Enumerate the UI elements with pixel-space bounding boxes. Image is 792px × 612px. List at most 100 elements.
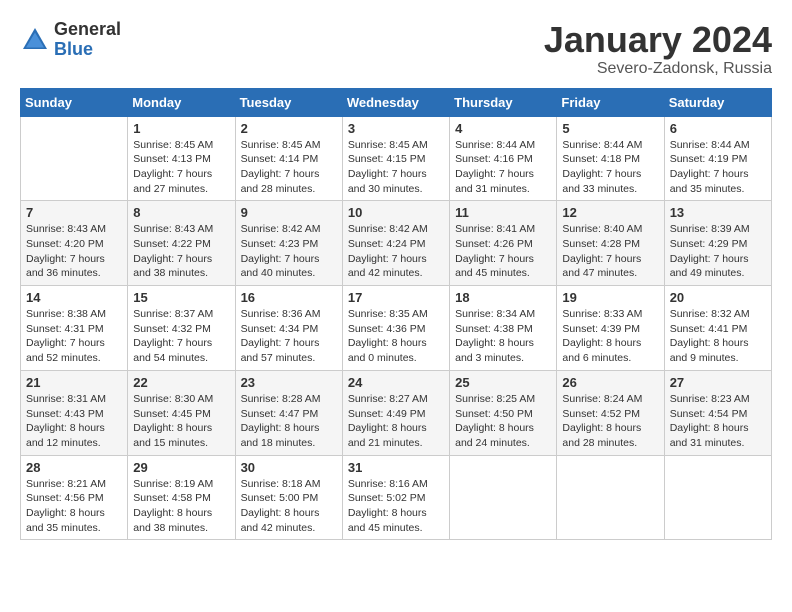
calendar-week-row: 7 Sunrise: 8:43 AMSunset: 4:20 PMDaylight…	[21, 201, 772, 286]
day-info: Sunrise: 8:45 AMSunset: 4:14 PMDaylight:…	[241, 138, 337, 197]
day-number: 29	[133, 460, 229, 475]
day-info: Sunrise: 8:37 AMSunset: 4:32 PMDaylight:…	[133, 307, 229, 366]
day-info: Sunrise: 8:44 AMSunset: 4:19 PMDaylight:…	[670, 138, 766, 197]
logo-text: General Blue	[54, 20, 121, 60]
logo: General Blue	[20, 20, 121, 60]
day-info: Sunrise: 8:23 AMSunset: 4:54 PMDaylight:…	[670, 392, 766, 451]
calendar-cell	[450, 455, 557, 540]
day-info: Sunrise: 8:43 AMSunset: 4:20 PMDaylight:…	[26, 222, 122, 281]
day-info: Sunrise: 8:35 AMSunset: 4:36 PMDaylight:…	[348, 307, 444, 366]
day-info: Sunrise: 8:36 AMSunset: 4:34 PMDaylight:…	[241, 307, 337, 366]
day-number: 10	[348, 205, 444, 220]
calendar-week-row: 28 Sunrise: 8:21 AMSunset: 4:56 PMDayligh…	[21, 455, 772, 540]
day-number: 8	[133, 205, 229, 220]
day-number: 5	[562, 121, 658, 136]
day-info: Sunrise: 8:38 AMSunset: 4:31 PMDaylight:…	[26, 307, 122, 366]
calendar-cell: 24 Sunrise: 8:27 AMSunset: 4:49 PMDayligh…	[342, 370, 449, 455]
calendar-cell: 27 Sunrise: 8:23 AMSunset: 4:54 PMDayligh…	[664, 370, 771, 455]
day-info: Sunrise: 8:33 AMSunset: 4:39 PMDaylight:…	[562, 307, 658, 366]
calendar-cell: 15Sunrise: 8:37 AMSunset: 4:32 PMDayligh…	[128, 286, 235, 371]
weekday-header: Sunday	[21, 88, 128, 116]
day-info: Sunrise: 8:31 AMSunset: 4:43 PMDaylight:…	[26, 392, 122, 451]
day-info: Sunrise: 8:39 AMSunset: 4:29 PMDaylight:…	[670, 222, 766, 281]
calendar-cell: 18 Sunrise: 8:34 AMSunset: 4:38 PMDayligh…	[450, 286, 557, 371]
calendar-cell: 9Sunrise: 8:42 AMSunset: 4:23 PMDaylight…	[235, 201, 342, 286]
calendar-week-row: 21 Sunrise: 8:31 AMSunset: 4:43 PMDayligh…	[21, 370, 772, 455]
calendar-cell: 7 Sunrise: 8:43 AMSunset: 4:20 PMDaylight…	[21, 201, 128, 286]
calendar-cell: 26 Sunrise: 8:24 AMSunset: 4:52 PMDayligh…	[557, 370, 664, 455]
calendar-cell: 14 Sunrise: 8:38 AMSunset: 4:31 PMDayligh…	[21, 286, 128, 371]
calendar-header-row: SundayMondayTuesdayWednesdayThursdayFrid…	[21, 88, 772, 116]
day-number: 28	[26, 460, 122, 475]
calendar-cell	[21, 116, 128, 201]
day-number: 22	[133, 375, 229, 390]
day-info: Sunrise: 8:24 AMSunset: 4:52 PMDaylight:…	[562, 392, 658, 451]
calendar-cell: 22Sunrise: 8:30 AMSunset: 4:45 PMDayligh…	[128, 370, 235, 455]
day-info: Sunrise: 8:21 AMSunset: 4:56 PMDaylight:…	[26, 477, 122, 536]
weekday-header: Monday	[128, 88, 235, 116]
calendar-week-row: 1Sunrise: 8:45 AMSunset: 4:13 PMDaylight…	[21, 116, 772, 201]
day-info: Sunrise: 8:34 AMSunset: 4:38 PMDaylight:…	[455, 307, 551, 366]
day-info: Sunrise: 8:41 AMSunset: 4:26 PMDaylight:…	[455, 222, 551, 281]
day-number: 16	[241, 290, 337, 305]
day-number: 4	[455, 121, 551, 136]
calendar-cell: 21 Sunrise: 8:31 AMSunset: 4:43 PMDayligh…	[21, 370, 128, 455]
day-info: Sunrise: 8:25 AMSunset: 4:50 PMDaylight:…	[455, 392, 551, 451]
calendar-cell: 2 Sunrise: 8:45 AMSunset: 4:14 PMDaylight…	[235, 116, 342, 201]
calendar-cell	[664, 455, 771, 540]
logo-icon	[20, 25, 50, 55]
day-number: 19	[562, 290, 658, 305]
calendar-cell: 30 Sunrise: 8:18 AMSunset: 5:00 PMDayligh…	[235, 455, 342, 540]
day-number: 26	[562, 375, 658, 390]
day-number: 23	[241, 375, 337, 390]
day-info: Sunrise: 8:32 AMSunset: 4:41 PMDaylight:…	[670, 307, 766, 366]
logo-general-text: General	[54, 20, 121, 40]
calendar-cell: 8Sunrise: 8:43 AMSunset: 4:22 PMDaylight…	[128, 201, 235, 286]
calendar-cell: 23Sunrise: 8:28 AMSunset: 4:47 PMDayligh…	[235, 370, 342, 455]
day-number: 30	[241, 460, 337, 475]
calendar-cell: 10 Sunrise: 8:42 AMSunset: 4:24 PMDayligh…	[342, 201, 449, 286]
day-info: Sunrise: 8:18 AMSunset: 5:00 PMDaylight:…	[241, 477, 337, 536]
day-number: 13	[670, 205, 766, 220]
day-number: 6	[670, 121, 766, 136]
calendar-cell: 20 Sunrise: 8:32 AMSunset: 4:41 PMDayligh…	[664, 286, 771, 371]
day-number: 2	[241, 121, 337, 136]
calendar-cell: 6 Sunrise: 8:44 AMSunset: 4:19 PMDaylight…	[664, 116, 771, 201]
day-number: 7	[26, 205, 122, 220]
page-header: General Blue January 2024 Severo-Zadonsk…	[20, 20, 772, 78]
calendar-cell: 17Sunrise: 8:35 AMSunset: 4:36 PMDayligh…	[342, 286, 449, 371]
day-number: 31	[348, 460, 444, 475]
day-number: 21	[26, 375, 122, 390]
calendar-table: SundayMondayTuesdayWednesdayThursdayFrid…	[20, 88, 772, 541]
day-number: 11	[455, 205, 551, 220]
calendar-cell: 19 Sunrise: 8:33 AMSunset: 4:39 PMDayligh…	[557, 286, 664, 371]
day-info: Sunrise: 8:19 AMSunset: 4:58 PMDaylight:…	[133, 477, 229, 536]
day-number: 1	[133, 121, 229, 136]
day-number: 25	[455, 375, 551, 390]
month-year: January 2024	[544, 20, 772, 60]
calendar-cell: 1Sunrise: 8:45 AMSunset: 4:13 PMDaylight…	[128, 116, 235, 201]
weekday-header: Saturday	[664, 88, 771, 116]
location: Severo-Zadonsk, Russia	[544, 60, 772, 78]
day-number: 12	[562, 205, 658, 220]
day-number: 3	[348, 121, 444, 136]
calendar-cell: 11 Sunrise: 8:41 AMSunset: 4:26 PMDayligh…	[450, 201, 557, 286]
title-block: January 2024 Severo-Zadonsk, Russia	[544, 20, 772, 78]
day-number: 18	[455, 290, 551, 305]
logo-blue-text: Blue	[54, 40, 121, 60]
day-number: 27	[670, 375, 766, 390]
day-info: Sunrise: 8:40 AMSunset: 4:28 PMDaylight:…	[562, 222, 658, 281]
calendar-cell: 28 Sunrise: 8:21 AMSunset: 4:56 PMDayligh…	[21, 455, 128, 540]
calendar-cell: 5Sunrise: 8:44 AMSunset: 4:18 PMDaylight…	[557, 116, 664, 201]
day-number: 24	[348, 375, 444, 390]
calendar-cell: 13 Sunrise: 8:39 AMSunset: 4:29 PMDayligh…	[664, 201, 771, 286]
day-number: 20	[670, 290, 766, 305]
calendar-cell: 29 Sunrise: 8:19 AMSunset: 4:58 PMDayligh…	[128, 455, 235, 540]
day-info: Sunrise: 8:42 AMSunset: 4:24 PMDaylight:…	[348, 222, 444, 281]
day-info: Sunrise: 8:42 AMSunset: 4:23 PMDaylight:…	[241, 222, 337, 281]
day-number: 14	[26, 290, 122, 305]
day-info: Sunrise: 8:44 AMSunset: 4:16 PMDaylight:…	[455, 138, 551, 197]
weekday-header: Thursday	[450, 88, 557, 116]
day-info: Sunrise: 8:27 AMSunset: 4:49 PMDaylight:…	[348, 392, 444, 451]
calendar-cell: 4 Sunrise: 8:44 AMSunset: 4:16 PMDaylight…	[450, 116, 557, 201]
